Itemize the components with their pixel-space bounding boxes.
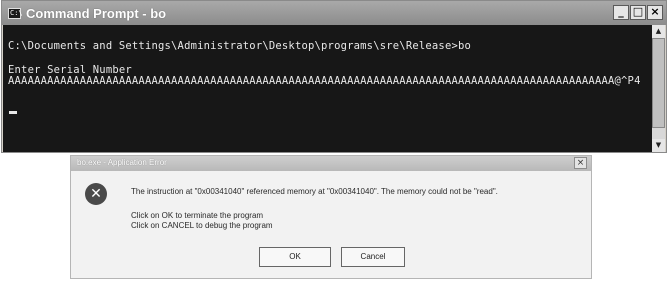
- application-error-dialog: bo.exe - Application Error × ✕ The instr…: [70, 155, 592, 279]
- window-title: Command Prompt - bo: [26, 5, 167, 21]
- error-message: The instruction at "0x00341040" referenc…: [131, 187, 498, 196]
- restore-button[interactable]: □: [630, 5, 646, 20]
- command-prompt-titlebar[interactable]: C:\ Command Prompt - bo _ □ ×: [2, 1, 666, 25]
- console-line-input: AAAAAAAAAAAAAAAAAAAAAAAAAAAAAAAAAAAAAAAA…: [8, 75, 641, 87]
- hint-cancel: Click on CANCEL to debug the program: [131, 221, 273, 230]
- vertical-scrollbar[interactable]: ▲ ▼: [652, 25, 665, 152]
- scroll-down-icon[interactable]: ▼: [652, 139, 665, 152]
- console-icon: C:\: [8, 7, 23, 19]
- command-prompt-window: C:\ Command Prompt - bo _ □ × C:\Documen…: [1, 0, 667, 153]
- close-button[interactable]: ×: [647, 5, 663, 20]
- minimize-button[interactable]: _: [613, 5, 629, 20]
- error-icon: ✕: [85, 183, 107, 205]
- text-cursor: [9, 111, 17, 114]
- console-output[interactable]: C:\Documents and Settings\Administrator\…: [3, 25, 653, 152]
- console-line-prompt: C:\Documents and Settings\Administrator\…: [8, 40, 472, 52]
- scroll-thumb[interactable]: [652, 38, 665, 128]
- scroll-up-icon[interactable]: ▲: [652, 25, 665, 38]
- dialog-close-button[interactable]: ×: [574, 157, 587, 169]
- dialog-titlebar[interactable]: bo.exe - Application Error ×: [71, 156, 591, 171]
- ok-button[interactable]: OK: [259, 247, 331, 267]
- dialog-title: bo.exe - Application Error: [77, 158, 167, 167]
- cancel-button[interactable]: Cancel: [341, 247, 405, 267]
- window-controls: _ □ ×: [613, 5, 663, 20]
- hint-ok: Click on OK to terminate the program: [131, 211, 264, 220]
